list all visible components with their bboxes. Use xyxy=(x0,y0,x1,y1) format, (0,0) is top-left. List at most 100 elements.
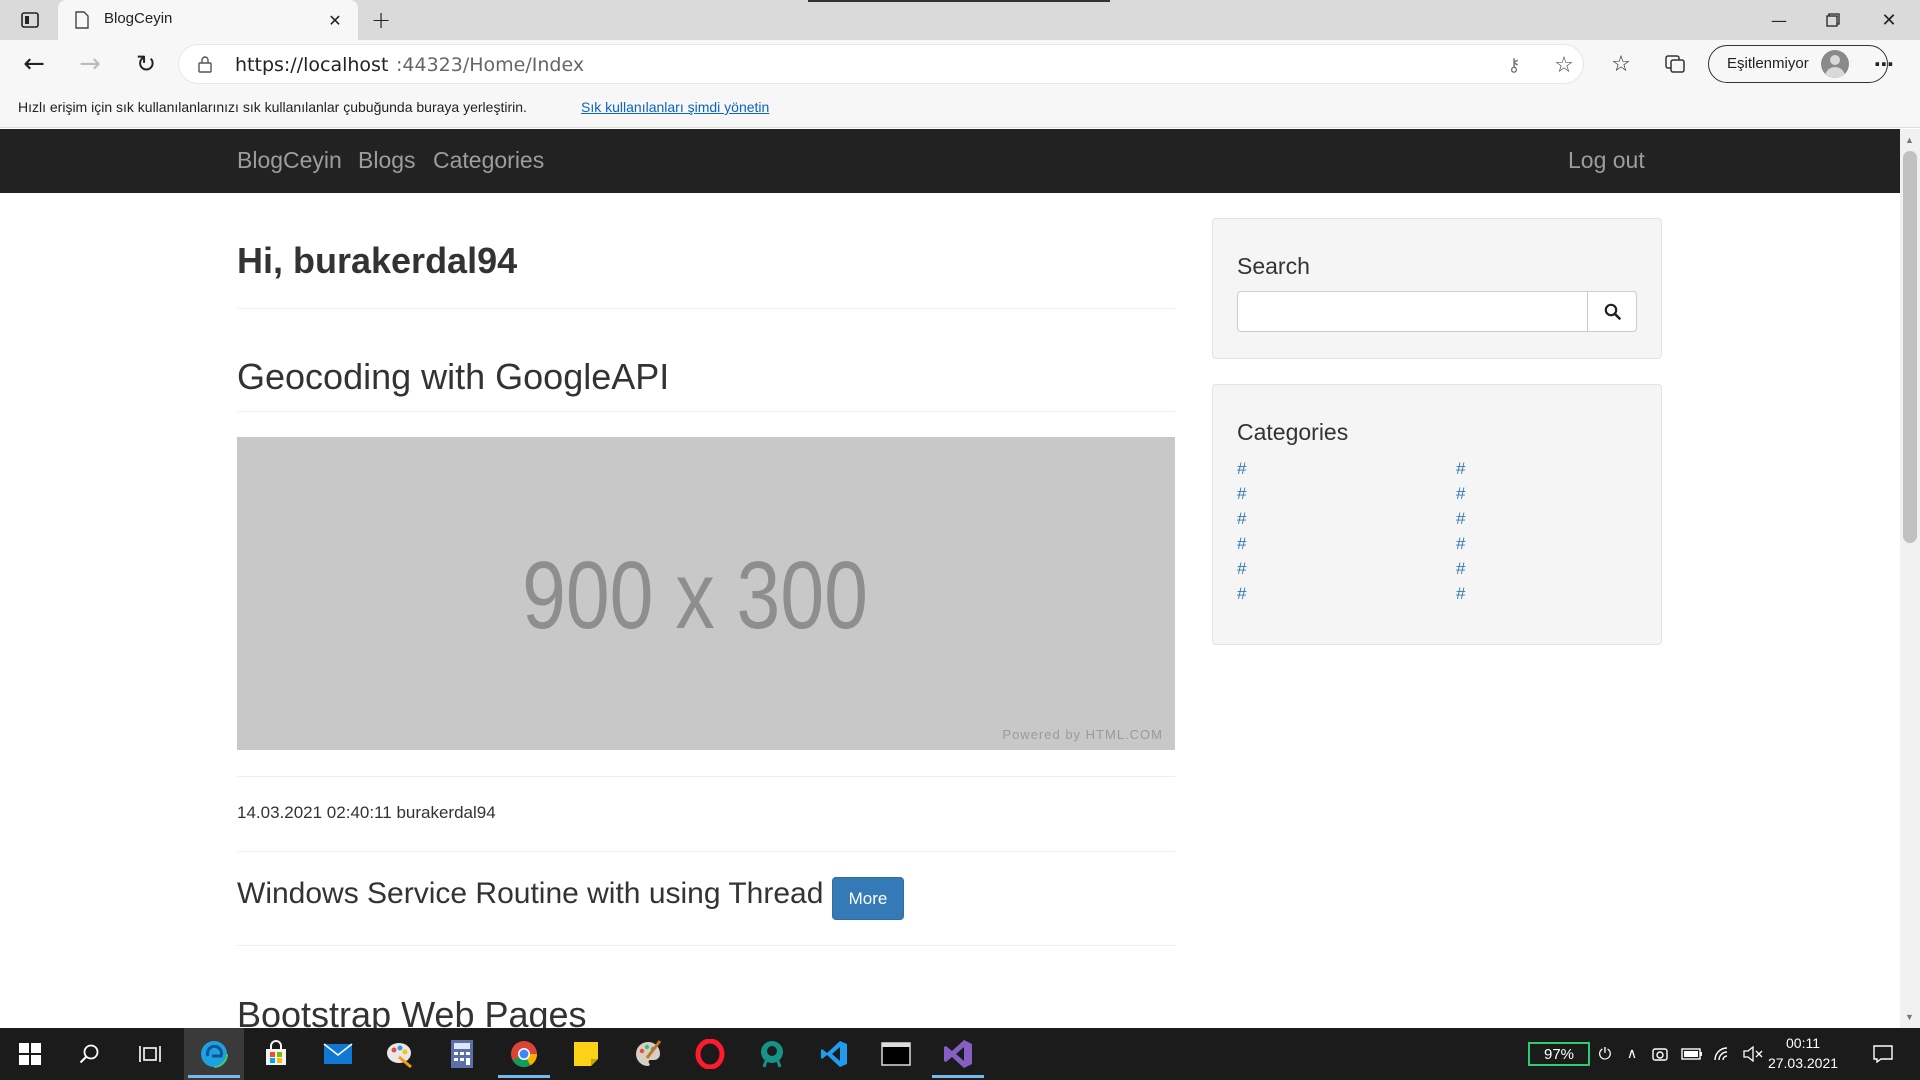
wifi-icon[interactable] xyxy=(1710,1042,1736,1066)
add-favorite-icon[interactable]: ☆ xyxy=(1549,51,1579,79)
close-window-icon[interactable]: ✕ xyxy=(1866,6,1912,34)
inline-post-title[interactable]: Windows Service Routine with using Threa… xyxy=(237,877,823,911)
back-icon[interactable]: ← xyxy=(14,46,54,82)
taskbar-app-mail[interactable] xyxy=(308,1028,368,1080)
profile-button[interactable]: Eşitlenmiyor xyxy=(1708,45,1888,83)
taskbar-app-chrome[interactable] xyxy=(494,1028,554,1080)
category-link[interactable]: # xyxy=(1237,484,1246,504)
forward-icon[interactable]: → xyxy=(70,46,110,82)
scroll-down-icon[interactable]: ▼ xyxy=(1905,1012,1914,1022)
lock-icon[interactable] xyxy=(195,53,215,75)
taskbar-app-edge[interactable] xyxy=(184,1028,244,1080)
post-title[interactable]: Geocoding with GoogleAPI xyxy=(237,356,669,398)
address-bar[interactable]: https://localhost :44323/Home/Index ⚷ ☆ xyxy=(178,44,1584,84)
task-view-button[interactable] xyxy=(120,1028,180,1080)
search-input[interactable] xyxy=(1237,291,1591,332)
taskbar-app-paint3d[interactable] xyxy=(618,1028,678,1080)
battery-percent: 97% xyxy=(1543,1045,1575,1063)
taskbar-app-gitkraken[interactable] xyxy=(742,1028,802,1080)
url-path: :44323/Home/Index xyxy=(396,54,585,76)
greeting-heading: Hi, burakerdal94 xyxy=(237,240,518,281)
nav-link-categories[interactable]: Categories xyxy=(433,147,544,174)
url-host: https://localhost xyxy=(235,54,389,76)
search-widget: Search xyxy=(1212,218,1662,359)
category-link[interactable]: # xyxy=(1456,509,1465,529)
navbar-brand[interactable]: BlogCeyin xyxy=(237,147,342,174)
page-scrollbar[interactable]: ▲ ▼ xyxy=(1900,129,1920,1028)
clock-time: 00:11 xyxy=(1786,1035,1820,1051)
taskbar-app-opera[interactable] xyxy=(680,1028,740,1080)
category-link[interactable]: # xyxy=(1237,509,1246,529)
taskbar-app-sticky-notes[interactable] xyxy=(556,1028,616,1080)
category-link[interactable]: # xyxy=(1237,459,1246,479)
manage-favorites-link[interactable]: Sık kullanılanları şimdi yönetin xyxy=(581,99,769,115)
collections-icon[interactable] xyxy=(1658,48,1692,80)
minimize-icon[interactable]: — xyxy=(1756,6,1802,34)
clock[interactable]: 00:11 27.03.2021 xyxy=(1766,1033,1840,1075)
taskbar-app-vscode[interactable] xyxy=(804,1028,864,1080)
chrome-icon xyxy=(511,1041,538,1068)
windows-icon xyxy=(19,1043,41,1065)
notifications-icon[interactable] xyxy=(1866,1040,1900,1068)
power-plug-icon[interactable]: ⏻ xyxy=(1594,1042,1616,1066)
tab-strip: BlogCeyin ✕ + — ✕ xyxy=(0,0,1920,40)
refresh-icon[interactable]: ↻ xyxy=(126,46,166,82)
active-indicator xyxy=(188,1075,240,1078)
scrollbar-thumb[interactable] xyxy=(1903,151,1917,543)
running-indicator xyxy=(932,1075,984,1078)
new-tab-icon[interactable]: + xyxy=(366,6,396,34)
running-indicator xyxy=(498,1075,550,1078)
categories-widget: Categories # # # # # # # # # # # # xyxy=(1212,384,1662,645)
mail-icon xyxy=(323,1043,353,1064)
divider xyxy=(237,308,1175,309)
taskbar-app-visual-studio[interactable] xyxy=(928,1028,988,1080)
loading-indicator xyxy=(808,0,1110,2)
more-button[interactable]: More xyxy=(832,877,904,920)
battery-badge[interactable]: 97% xyxy=(1528,1042,1590,1066)
calculator-icon xyxy=(451,1040,473,1068)
favorites-icon[interactable]: ☆ xyxy=(1604,48,1638,80)
logout-link[interactable]: Log out xyxy=(1568,147,1645,174)
divider xyxy=(237,411,1175,412)
page-icon xyxy=(72,10,92,30)
avatar xyxy=(1821,50,1849,78)
scroll-up-icon[interactable]: ▲ xyxy=(1905,135,1914,145)
profile-label: Eşitlenmiyor xyxy=(1727,55,1809,72)
key-icon[interactable]: ⚷ xyxy=(1501,53,1527,77)
post-image-placeholder: 900 x 300 Powered by HTML.COM xyxy=(237,437,1175,750)
taskbar-app-paint[interactable] xyxy=(370,1028,430,1080)
category-link[interactable]: # xyxy=(1237,534,1246,554)
more-menu-icon[interactable]: ⋯ xyxy=(1866,48,1902,80)
category-link[interactable]: # xyxy=(1456,459,1465,479)
start-button[interactable] xyxy=(0,1028,60,1080)
category-link[interactable]: # xyxy=(1456,534,1465,554)
category-link[interactable]: # xyxy=(1456,484,1465,504)
edge-icon xyxy=(200,1040,228,1068)
chevron-up-icon[interactable]: ∧ xyxy=(1620,1042,1644,1066)
active-tab[interactable]: BlogCeyin ✕ xyxy=(58,0,358,40)
taskbar-app-calculator[interactable] xyxy=(432,1028,492,1080)
opera-icon xyxy=(695,1039,725,1069)
battery-icon[interactable] xyxy=(1678,1042,1706,1066)
category-link[interactable]: # xyxy=(1456,559,1465,579)
favorites-hint: Hızlı erişim için sık kullanılanlarınızı… xyxy=(18,99,527,115)
taskbar-app-store[interactable] xyxy=(246,1028,306,1080)
camera-icon[interactable] xyxy=(1648,1042,1672,1066)
category-link[interactable]: # xyxy=(1237,559,1246,579)
restore-icon[interactable] xyxy=(1810,6,1856,34)
image-size-text: 900 x 300 xyxy=(522,542,868,649)
sticky-notes-icon xyxy=(574,1042,598,1066)
category-link[interactable]: # xyxy=(1237,584,1246,604)
tab-title: BlogCeyin xyxy=(104,10,173,27)
search-button[interactable] xyxy=(1587,291,1637,332)
category-link[interactable]: # xyxy=(1456,584,1465,604)
tab-actions-icon[interactable] xyxy=(12,8,48,32)
close-tab-icon[interactable]: ✕ xyxy=(322,8,348,32)
search-icon xyxy=(79,1044,99,1064)
divider xyxy=(237,851,1175,852)
post-meta: 14.03.2021 02:40:11 burakerdal94 xyxy=(237,803,496,822)
taskbar-app-terminal[interactable] xyxy=(866,1028,926,1080)
nav-link-blogs[interactable]: Blogs xyxy=(358,147,416,174)
search-taskbar-button[interactable] xyxy=(60,1028,120,1080)
speaker-muted-icon[interactable] xyxy=(1740,1042,1766,1066)
